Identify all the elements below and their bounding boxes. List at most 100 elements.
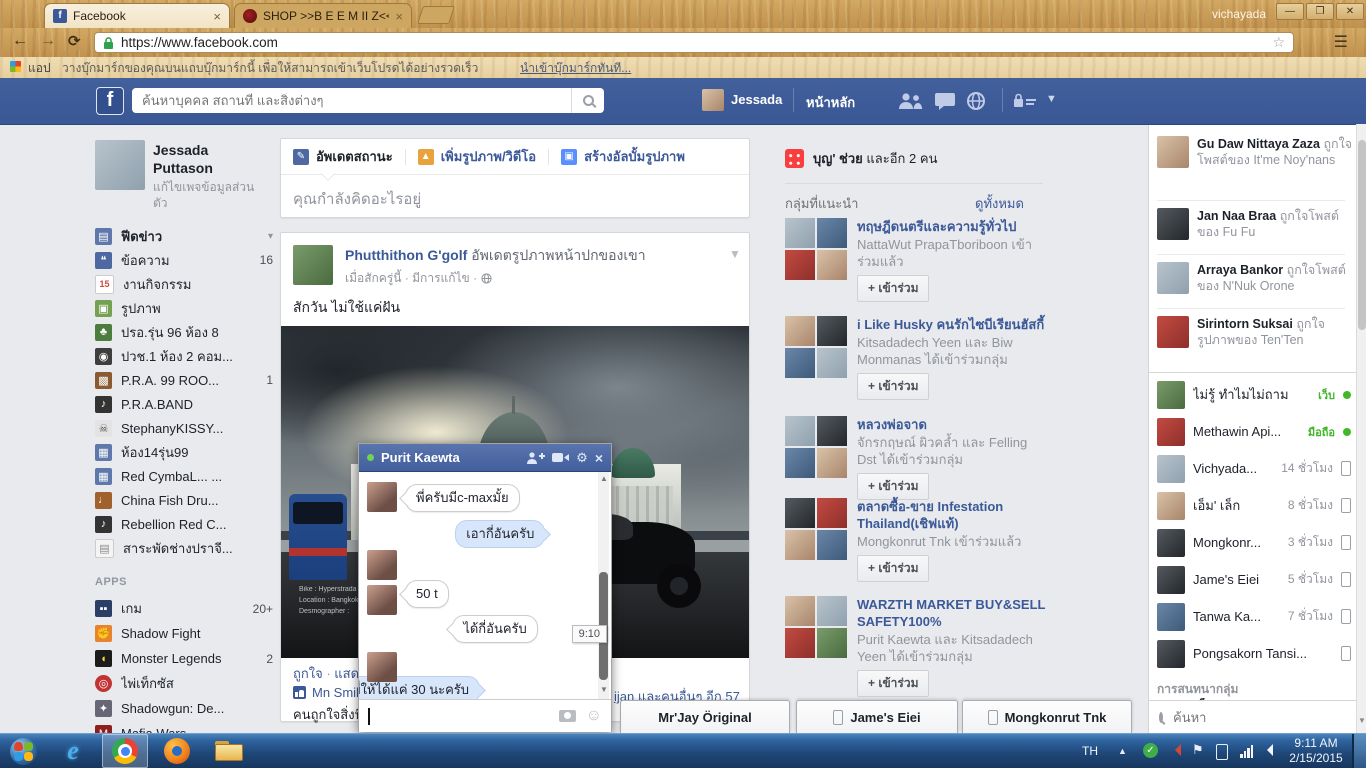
chat-contact[interactable]: Tanwa Ka... 7 ชั่วโมง	[1157, 598, 1351, 635]
chat-contact[interactable]: เอ็ม' เล็ก 8 ชั่วโมง	[1157, 487, 1351, 524]
sidebar-item-group[interactable]: ☠ StephanyKISSY...	[95, 416, 273, 440]
group-name-link[interactable]: ทฤษฎีดนตรีและความรู้ทั่วไป	[857, 218, 1047, 235]
video-call-icon[interactable]	[552, 452, 570, 463]
sidebar-item-app[interactable]: ◎ ไพ่เท็กซัส	[95, 671, 273, 696]
back-button[interactable]: ←	[12, 32, 28, 50]
sidebar-item-games[interactable]: ▪▪ เกม 20+	[95, 596, 273, 621]
camera-icon[interactable]	[558, 710, 576, 722]
group-photo-collage[interactable]	[785, 218, 847, 280]
composer-tab-photo[interactable]: ▲ เพิ่มรูปภาพ/วิดีโอ	[417, 146, 536, 167]
sidebar-item-group[interactable]: ♣ ปรอ.รุ่น 96 ห้อง 8	[95, 320, 273, 344]
birthday-row[interactable]: บุญ' ช่วย และอีก 2 คน	[785, 148, 937, 169]
profile-avatar[interactable]	[95, 140, 145, 190]
scroll-down-caret-icon[interactable]: ▼	[600, 685, 608, 694]
chat-contact[interactable]: Methawin Api... มือถือ	[1157, 413, 1351, 450]
browser-tab-facebook[interactable]: f Facebook ×	[44, 3, 230, 28]
sidebar-item-messages[interactable]: ❝ ข้อความ 16	[95, 248, 273, 272]
sidebar-item-newsfeed[interactable]: ▤ ฟีดข่าว ▾	[95, 224, 273, 248]
settings-caret-icon[interactable]: ▼	[1046, 93, 1057, 105]
apps-grid-icon[interactable]	[10, 61, 21, 72]
header-avatar[interactable]	[702, 89, 724, 111]
ticker-item[interactable]: Sirintorn Suksai ถูกใจรูปภาพของ Ten'Ten	[1157, 316, 1353, 348]
group-name-link[interactable]: ตลาดซื้อ-ขาย Infestation Thailand(เชิฟแท…	[857, 498, 1047, 532]
taskbar-ie-icon[interactable]: e	[52, 734, 94, 768]
chat-popup-header[interactable]: Purit Kaewta ⚙ ×	[359, 444, 611, 472]
reload-button[interactable]: ⟳	[68, 32, 81, 50]
tab-close-icon[interactable]: ×	[395, 9, 403, 24]
scrollbar-thumb[interactable]	[1358, 140, 1366, 330]
start-button[interactable]	[2, 734, 44, 768]
sidebar-item-photos[interactable]: ▣ รูปภาพ	[95, 296, 273, 320]
new-tab-button[interactable]	[417, 6, 455, 24]
bookmark-star-icon[interactable]: ☆	[1272, 34, 1285, 51]
sidebar-item-group[interactable]: ♪ Rebellion Red C...	[95, 512, 273, 536]
chat-contact[interactable]: ไม่รู้ ทำไมไม่ถาม เว็บ	[1157, 376, 1351, 413]
sidebar-item-events[interactable]: 15 งานกิจกรรม	[95, 272, 273, 296]
minimize-button[interactable]: —	[1276, 3, 1304, 20]
facebook-logo[interactable]: f	[96, 87, 124, 115]
newsfeed-sort-caret-icon[interactable]: ▾	[268, 231, 273, 242]
chat-contact[interactable]: Pongsakorn Tansi...	[1157, 635, 1351, 672]
maximize-button[interactable]: ❐	[1306, 3, 1334, 20]
sidebar-item-app[interactable]: ✊ Shadow Fight	[95, 621, 273, 646]
browser-tab-shop[interactable]: SHOP >>B E E M II Z<<[ข ×	[234, 3, 412, 28]
edit-profile-link[interactable]: แก้ไขเพจข้อมูลส่วนตัว	[153, 179, 265, 211]
group-name-link[interactable]: หลวงพ่อจาด	[857, 416, 1047, 433]
chat-popup-title[interactable]: Purit Kaewta	[381, 450, 520, 465]
join-group-button[interactable]: + เข้าร่วม	[857, 555, 930, 582]
page-scrollbar[interactable]: ▼	[1356, 124, 1366, 733]
chat-contact[interactable]: Jame's Eiei 5 ชั่วโมง	[1157, 561, 1351, 598]
chat-contact[interactable]: Mongkonr... 3 ชั่วโมง	[1157, 524, 1351, 561]
tray-update-icon[interactable]: ✓	[1143, 743, 1158, 758]
chat-scrollbar[interactable]: ▲ ▼	[598, 472, 609, 699]
action-center-flag-icon[interactable]: ⚑	[1192, 742, 1204, 758]
taskbar-firefox-icon[interactable]	[156, 734, 198, 768]
birthday-name-link[interactable]: บุญ' ช่วย	[813, 151, 863, 166]
forward-button[interactable]: →	[40, 32, 56, 50]
chrome-profile-name[interactable]: vichayada	[1212, 7, 1266, 21]
group-photo-collage[interactable]	[785, 498, 847, 560]
taskbar-chrome-icon-active[interactable]	[102, 734, 148, 768]
group-photo-collage[interactable]	[785, 596, 847, 658]
network-signal-icon[interactable]	[1240, 745, 1253, 758]
composer-tab-album[interactable]: ▣ สร้างอัลบั้มรูปภาพ	[561, 146, 685, 167]
join-group-button[interactable]: + เข้าร่วม	[857, 473, 930, 500]
apps-bookmark-label[interactable]: แอป	[28, 59, 51, 78]
language-indicator[interactable]: TH	[1082, 744, 1098, 758]
show-desktop-button[interactable]	[1352, 734, 1366, 768]
address-bar[interactable]: https://www.facebook.com ☆	[94, 32, 1294, 53]
post-author-avatar[interactable]	[293, 245, 333, 285]
import-bookmarks-link[interactable]: นำเข้าบุ๊กมาร์กทันที...	[520, 59, 631, 78]
friend-requests-icon[interactable]	[898, 92, 923, 110]
sidebar-item-group[interactable]: ♪ P.R.A.BAND	[95, 392, 273, 416]
chat-tab-mongkonrut[interactable]: Mongkonrut Tnk	[962, 700, 1132, 733]
tray-expand-caret-icon[interactable]: ▲	[1118, 746, 1127, 756]
profile-link[interactable]: Jessada	[731, 92, 782, 107]
sidebar-item-group[interactable]: ▩ P.R.A. 99 ROO... 1	[95, 368, 273, 392]
join-group-button[interactable]: + เข้าร่วม	[857, 670, 930, 697]
emoji-smiley-icon[interactable]: ☺	[586, 708, 602, 724]
chrome-menu-icon[interactable]: ☰	[1334, 32, 1348, 52]
post-author-link[interactable]: Phutthithon G'golf	[345, 247, 467, 263]
add-person-icon[interactable]	[527, 451, 546, 464]
like-link[interactable]: ถูกใจ	[293, 666, 323, 681]
join-group-button[interactable]: + เข้าร่วม	[857, 275, 930, 302]
sidebar-item-app[interactable]: ◖ Monster Legends 2	[95, 646, 273, 671]
see-all-link[interactable]: ดูทั้งหมด	[975, 193, 1024, 214]
ticker-item[interactable]: Jan Naa Braa ถูกใจโพสต์ของ Fu Fu	[1157, 208, 1353, 240]
tray-device-icon[interactable]	[1216, 744, 1228, 760]
messages-icon[interactable]	[934, 92, 956, 110]
profile-name[interactable]: Jessada Puttason	[153, 141, 265, 177]
home-link[interactable]: หน้าหลัก	[806, 92, 855, 113]
notifications-globe-icon[interactable]	[966, 91, 986, 111]
post-options-caret-icon[interactable]: ▼	[729, 247, 741, 261]
tab-close-icon[interactable]: ×	[213, 9, 221, 24]
ticker-item[interactable]: Gu Daw Nittaya Zaza ถูกใจโพสต์ของ It'me …	[1157, 136, 1353, 168]
search-button[interactable]	[571, 88, 604, 113]
chat-contact[interactable]: Vichyada... 14 ชั่วโมง	[1157, 450, 1351, 487]
composer-input[interactable]: คุณกำลังคิดอะไรอยู่	[281, 175, 749, 223]
sidebar-item-group[interactable]: ♩ China Fish Dru...	[95, 488, 273, 512]
close-button[interactable]: ✕	[1336, 3, 1364, 20]
taskbar-clock[interactable]: 9:11 AM 2/15/2015	[1285, 736, 1347, 766]
sidebar-item-group[interactable]: ▦ ห้อง14รุ่น99	[95, 440, 273, 464]
